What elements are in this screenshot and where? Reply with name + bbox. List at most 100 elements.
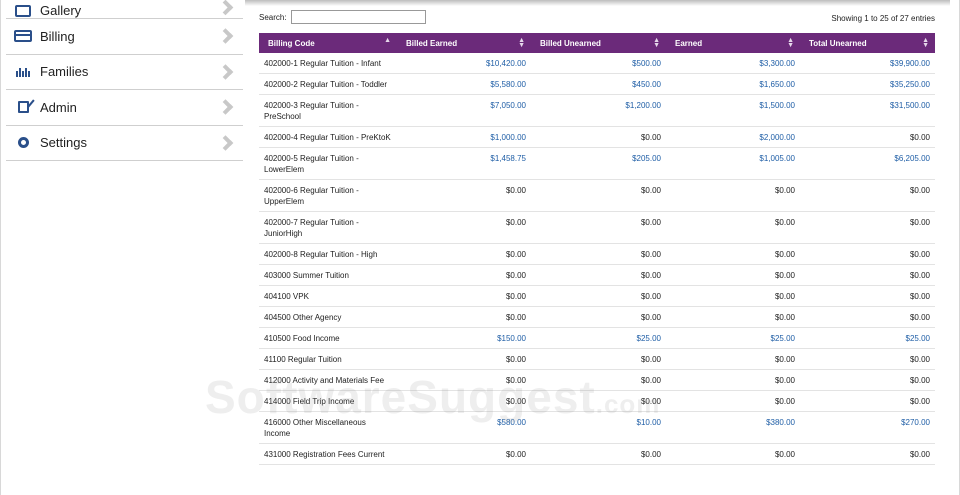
cell-amount: $270.00 xyxy=(901,418,930,427)
sidebar-item-admin[interactable]: Admin xyxy=(6,90,243,126)
cell-billing-code: 402000-5 Regular Tuition - LowerElem xyxy=(264,154,359,174)
cell-billing-code: 410500 Food Income xyxy=(264,334,340,343)
families-icon xyxy=(14,65,32,79)
table-header: Billing Code ▲ Billed Earned ▲ ▼ Billed Une… xyxy=(259,33,935,53)
chevron-right-icon xyxy=(217,63,234,80)
sidebar-item-label: Gallery xyxy=(40,3,82,18)
cell-amount: $150.00 xyxy=(497,334,526,343)
cell-amount: $0.00 xyxy=(909,450,930,459)
table-row: 410500 Food Income $150.00 $25.00 $25.00 $25… xyxy=(259,328,935,349)
cell-billing-code: 402000-1 Regular Tuition - Infant xyxy=(264,59,381,68)
column-header-label: Billing Code xyxy=(268,38,315,48)
cell-amount: $0.00 xyxy=(909,292,930,301)
column-header-billed-unearned[interactable]: Billed Unearned ▲ ▼ xyxy=(531,33,666,53)
sidebar-item-families[interactable]: Families xyxy=(6,55,243,90)
cell-amount: $1,650.00 xyxy=(759,80,795,89)
column-header-label: Earned xyxy=(675,38,703,48)
table-row: 41100 Regular Tuition $0.00 $0.00 $0.00 $0.0… xyxy=(259,349,935,370)
column-header-billing-code[interactable]: Billing Code ▲ xyxy=(259,33,397,53)
cell-amount: $0.00 xyxy=(505,355,526,364)
cell-amount: $2,000.00 xyxy=(759,133,795,142)
cell-amount: $0.00 xyxy=(505,250,526,259)
table-row: 414000 Field Trip Income $0.00 $0.00 $0.00 $… xyxy=(259,391,935,412)
cell-billing-code: 416000 Other Miscellaneous Income xyxy=(264,418,366,438)
cell-amount: $0.00 xyxy=(640,376,661,385)
sidebar-item-settings[interactable]: Settings xyxy=(6,126,243,161)
cell-amount: $10.00 xyxy=(636,418,661,427)
cell-amount: $0.00 xyxy=(909,397,930,406)
sort-icon: ▲ ▼ xyxy=(518,37,525,49)
table-row: 402000-4 Regular Tuition - PreKtoK $1,000… xyxy=(259,127,935,148)
table-row: 431000 Registration Fees Current $0.00 $0.… xyxy=(259,444,935,465)
chevron-right-icon xyxy=(217,0,234,16)
sort-icon: ▲ ▼ xyxy=(922,37,929,49)
search-input[interactable] xyxy=(290,10,426,24)
cell-amount: $0.00 xyxy=(505,218,526,227)
cell-amount: $0.00 xyxy=(909,271,930,280)
table-row: 402000-7 Regular Tuition - JuniorHigh $0.… xyxy=(259,212,935,244)
cell-amount: $25.00 xyxy=(770,334,795,343)
cell-amount: $1,005.00 xyxy=(759,154,795,163)
cell-amount: $0.00 xyxy=(640,397,661,406)
cell-amount: $0.00 xyxy=(640,186,661,195)
sidebar-item-label: Billing xyxy=(40,28,75,44)
cell-amount: $0.00 xyxy=(640,292,661,301)
cell-amount: $6,205.00 xyxy=(894,154,930,163)
column-header-total-unearned[interactable]: Total Unearned ▲ ▼ xyxy=(800,33,935,53)
cell-billing-code: 402000-8 Regular Tuition - High xyxy=(264,250,378,259)
cell-amount: $0.00 xyxy=(774,292,795,301)
search-box: Search: xyxy=(259,10,426,24)
sidebar-item-label: Settings xyxy=(40,135,87,151)
cell-billing-code: 402000-7 Regular Tuition - JuniorHigh xyxy=(264,218,359,238)
entries-info: Showing 1 to 25 of 27 entries xyxy=(831,14,935,23)
column-header-billed-earned[interactable]: Billed Earned ▲ ▼ xyxy=(397,33,531,53)
cell-billing-code: 41100 Regular Tuition xyxy=(264,355,342,364)
sidebar: Gallery Billing Families Admin Settings xyxy=(6,0,243,161)
table-body: 402000-1 Regular Tuition - Infant $10,420… xyxy=(259,53,935,465)
cell-amount: $0.00 xyxy=(774,250,795,259)
cell-billing-code: 402000-3 Regular Tuition - PreSchool xyxy=(264,101,359,121)
cell-amount: $0.00 xyxy=(909,376,930,385)
table-row: 416000 Other Miscellaneous Income $580.00… xyxy=(259,412,935,444)
cell-billing-code: 414000 Field Trip Income xyxy=(264,397,355,406)
cell-amount: $0.00 xyxy=(640,271,661,280)
table-row: 402000-8 Regular Tuition - High $0.00 $0.0… xyxy=(259,244,935,265)
cell-amount: $0.00 xyxy=(505,186,526,195)
gear-icon xyxy=(14,136,32,150)
cell-amount: $1,200.00 xyxy=(625,101,661,110)
table-row: 404100 VPK $0.00 $0.00 $0.00 $0.00 xyxy=(259,286,935,307)
cell-amount: $0.00 xyxy=(774,218,795,227)
cell-amount: $0.00 xyxy=(909,186,930,195)
cell-amount: $39,900.00 xyxy=(889,59,930,68)
credit-card-icon xyxy=(14,29,32,43)
table-row: 402000-3 Regular Tuition - PreSchool $7,0… xyxy=(259,95,935,127)
cell-billing-code: 431000 Registration Fees Current xyxy=(264,450,385,459)
cell-amount: $1,500.00 xyxy=(759,101,795,110)
table-row: 402000-6 Regular Tuition - UpperElem $0.0… xyxy=(259,180,935,212)
sidebar-item-billing[interactable]: Billing xyxy=(6,19,243,55)
cell-amount: $1,000.00 xyxy=(490,133,526,142)
sidebar-item-gallery[interactable]: Gallery xyxy=(6,0,243,19)
column-header-earned[interactable]: Earned ▲ ▼ xyxy=(666,33,800,53)
cell-amount: $0.00 xyxy=(640,218,661,227)
column-header-label: Billed Earned xyxy=(406,38,458,48)
cell-amount: $0.00 xyxy=(909,133,930,142)
cell-amount: $0.00 xyxy=(505,376,526,385)
cell-amount: $0.00 xyxy=(505,450,526,459)
cell-amount: $0.00 xyxy=(640,450,661,459)
cell-amount: $0.00 xyxy=(505,397,526,406)
cell-billing-code: 402000-2 Regular Tuition - Toddler xyxy=(264,80,388,89)
cell-amount: $0.00 xyxy=(774,186,795,195)
cell-amount: $0.00 xyxy=(774,271,795,280)
cell-amount: $500.00 xyxy=(632,59,661,68)
chevron-right-icon xyxy=(217,28,234,45)
cell-amount: $0.00 xyxy=(774,355,795,364)
sidebar-item-label: Families xyxy=(40,64,89,80)
column-header-label: Total Unearned xyxy=(809,38,867,48)
sort-icon: ▲ ▼ xyxy=(787,37,794,49)
table-row: 403000 Summer Tuition $0.00 $0.00 $0.00 $0.0… xyxy=(259,265,935,286)
sort-icon: ▲ ▼ xyxy=(653,37,660,49)
cell-amount: $0.00 xyxy=(774,450,795,459)
cell-billing-code: 403000 Summer Tuition xyxy=(264,271,349,280)
cell-amount: $0.00 xyxy=(774,376,795,385)
